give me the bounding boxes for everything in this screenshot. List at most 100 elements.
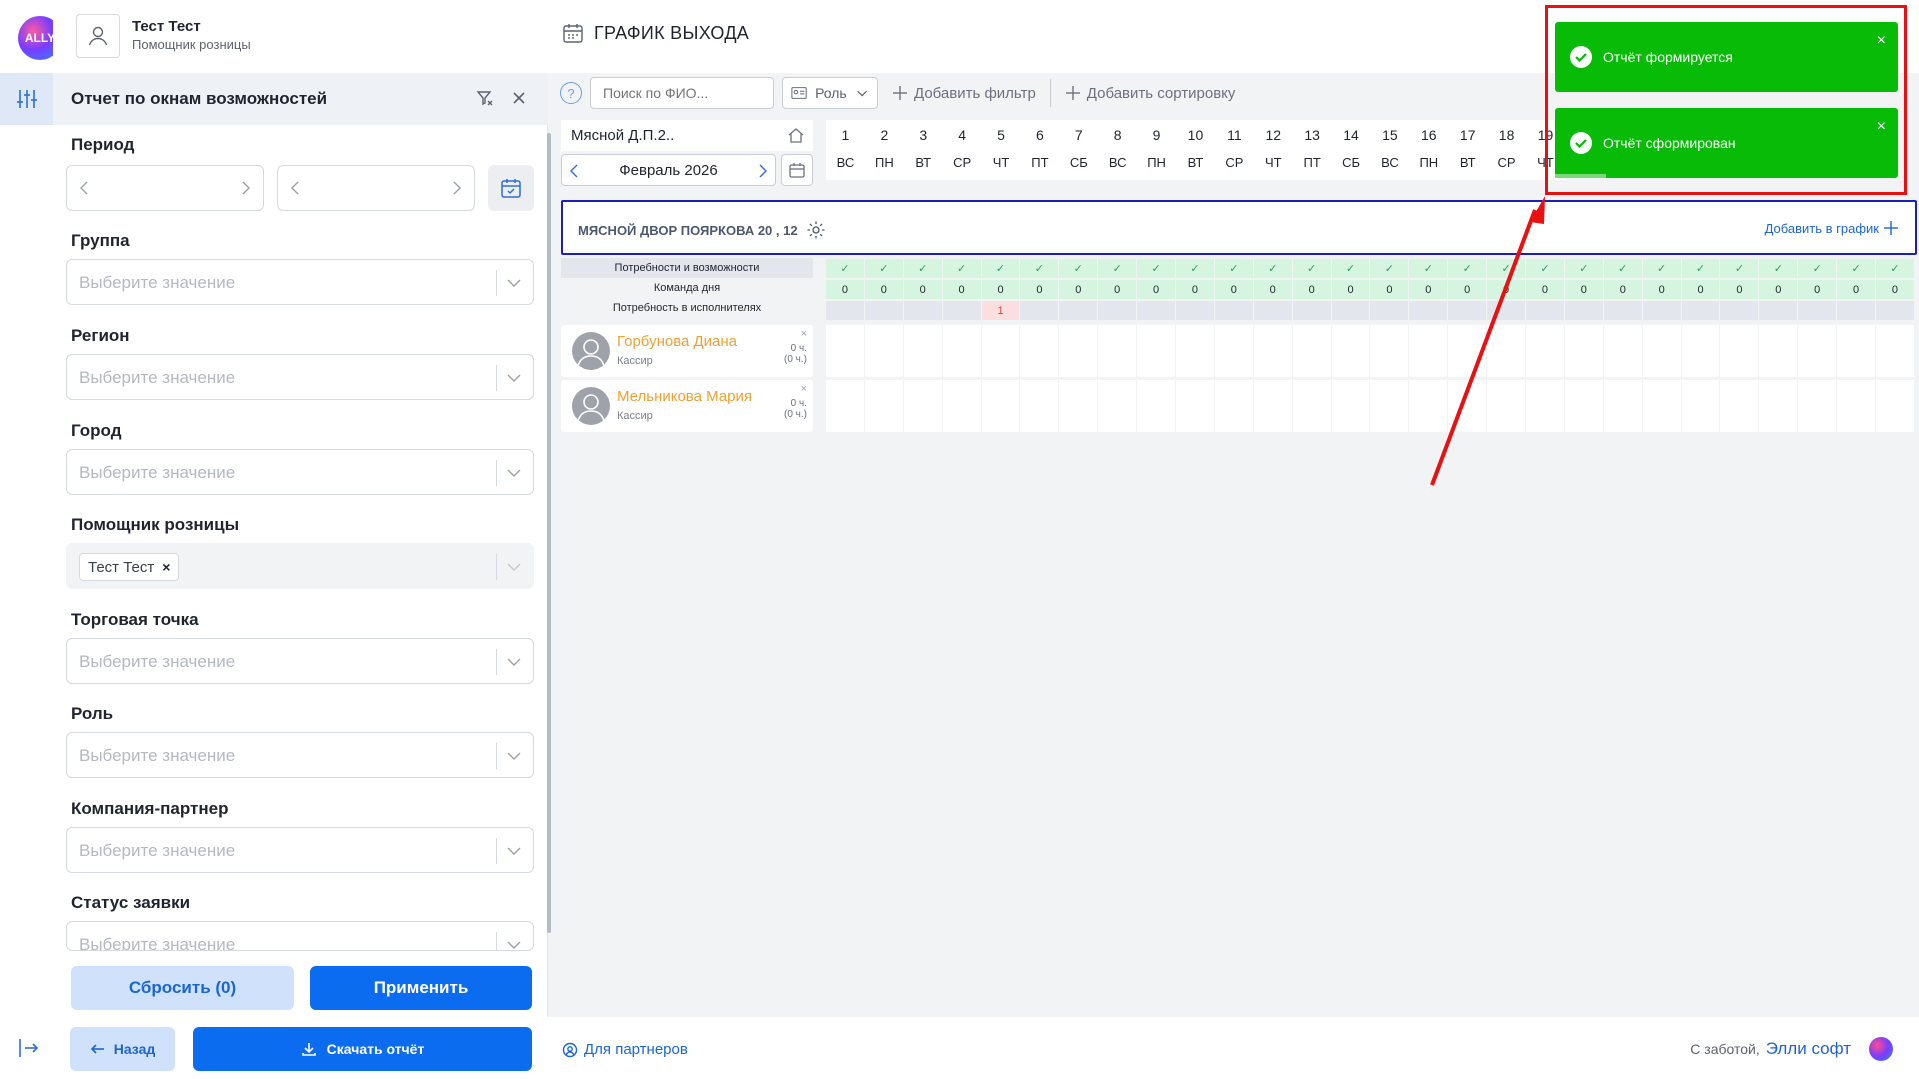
partner-select[interactable]: Выберите значение [66, 827, 534, 873]
shift-cell[interactable] [1448, 380, 1487, 432]
shift-cell[interactable] [1603, 325, 1642, 377]
filters-nav-button[interactable] [0, 73, 53, 125]
download-report-button[interactable]: Скачать отчёт [193, 1027, 532, 1071]
shift-cell[interactable] [1681, 380, 1720, 432]
shift-cell[interactable] [1214, 380, 1253, 432]
shift-cell[interactable] [1526, 380, 1564, 432]
brand-link[interactable]: Элли софт [1766, 1039, 1851, 1059]
shift-cell[interactable] [1176, 325, 1214, 377]
shift-cell[interactable] [1798, 325, 1837, 377]
shift-cell[interactable] [1876, 325, 1914, 377]
shift-cell[interactable] [864, 325, 903, 377]
chevron-right-icon[interactable] [235, 178, 255, 198]
home-icon[interactable] [787, 126, 805, 144]
shift-cell[interactable] [826, 325, 864, 377]
shift-cell[interactable] [1487, 325, 1526, 377]
toast-generated[interactable]: Отчёт сформирован × [1555, 108, 1898, 178]
period-end-input[interactable] [277, 165, 475, 211]
shift-cell[interactable] [1292, 380, 1331, 432]
month-calendar-button[interactable] [781, 154, 813, 186]
partners-link[interactable]: Для партнеров [562, 1041, 688, 1058]
shift-cell[interactable] [1098, 325, 1137, 377]
shift-cell[interactable] [981, 380, 1020, 432]
toast-close-icon[interactable]: × [1877, 32, 1886, 50]
month-selector[interactable]: Февраль 2026 [561, 154, 776, 186]
period-start-input[interactable] [66, 165, 264, 211]
panel-scrollbar[interactable] [547, 133, 551, 933]
shift-cell[interactable] [1214, 325, 1253, 377]
shift-cell[interactable] [826, 380, 864, 432]
shift-cell[interactable] [1642, 380, 1681, 432]
shift-cell[interactable] [1059, 325, 1098, 377]
search-input[interactable] [590, 77, 774, 109]
shift-cell[interactable] [1292, 325, 1331, 377]
shift-cell[interactable] [1564, 325, 1603, 377]
shift-cell[interactable] [1176, 380, 1214, 432]
add-sort-button[interactable]: Добавить сортировку [1059, 85, 1242, 102]
add-to-schedule-button[interactable]: Добавить в график [1765, 220, 1899, 236]
add-filter-button[interactable]: Добавить фильтр [886, 85, 1042, 102]
shift-cell[interactable] [1487, 380, 1526, 432]
shift-cell[interactable] [1720, 325, 1759, 377]
employee-card[interactable]: Мельникова Мария Кассир × 0 ч. (0 ч.) [561, 380, 813, 432]
chevron-left-icon[interactable] [75, 178, 95, 198]
shift-cell[interactable] [1837, 325, 1876, 377]
shift-cell[interactable] [1253, 325, 1292, 377]
toast-close-icon[interactable]: × [1877, 118, 1886, 136]
shift-cell[interactable] [1370, 380, 1409, 432]
user-avatar[interactable] [76, 14, 120, 58]
shift-cell[interactable] [864, 380, 903, 432]
shift-cell[interactable] [1681, 325, 1720, 377]
shift-cell[interactable] [1526, 325, 1564, 377]
remove-employee-icon[interactable]: × [801, 328, 807, 340]
employee-card[interactable]: Горбунова Диана Кассир × 0 ч. (0 ч.) [561, 325, 813, 377]
shift-cell[interactable] [942, 325, 981, 377]
outlet-select[interactable]: Выберите значение [66, 638, 534, 684]
shift-cell[interactable] [1409, 380, 1448, 432]
group-select[interactable]: Выберите значение [66, 259, 534, 305]
shift-cell[interactable] [1876, 380, 1914, 432]
chevron-right-icon[interactable] [755, 163, 769, 179]
shift-cell[interactable] [1448, 325, 1487, 377]
chevron-right-icon[interactable] [446, 178, 466, 198]
shift-cell[interactable] [1253, 380, 1292, 432]
help-icon[interactable]: ? [560, 82, 582, 104]
shift-cell[interactable] [1020, 325, 1059, 377]
status-select[interactable]: Выберите значение [66, 921, 534, 951]
shift-cell[interactable] [942, 380, 981, 432]
shift-cell[interactable] [1059, 380, 1098, 432]
shift-cell[interactable] [1603, 380, 1642, 432]
chevron-left-icon[interactable] [568, 163, 582, 179]
shift-cell[interactable] [1564, 380, 1603, 432]
assistant-select[interactable]: Тест Тест × [66, 543, 534, 589]
chip-remove-icon[interactable]: × [162, 559, 170, 575]
employee-name[interactable]: Горбунова Диана [617, 333, 737, 350]
shift-cell[interactable] [1759, 325, 1798, 377]
shift-cell[interactable] [1642, 325, 1681, 377]
store-selector[interactable]: Мясной Д.П.2.. [561, 120, 813, 151]
shift-cell[interactable] [1837, 380, 1876, 432]
shift-cell[interactable] [1331, 325, 1370, 377]
chevron-left-icon[interactable] [286, 178, 306, 198]
shift-cell[interactable] [1137, 325, 1176, 377]
shift-cell[interactable] [1759, 380, 1798, 432]
shift-cell[interactable] [1370, 325, 1409, 377]
city-select[interactable]: Выберите значение [66, 449, 534, 495]
shift-cell[interactable] [1798, 380, 1837, 432]
shift-cell[interactable] [903, 380, 942, 432]
shift-cell[interactable] [1020, 380, 1059, 432]
gear-icon[interactable] [806, 220, 826, 240]
role-filter-button[interactable]: Роль [782, 77, 878, 109]
shift-cell[interactable] [1720, 380, 1759, 432]
reset-button[interactable]: Сбросить (0) [71, 966, 294, 1010]
period-calendar-button[interactable] [488, 165, 534, 211]
shift-cell[interactable] [1409, 325, 1448, 377]
close-icon[interactable] [510, 89, 528, 107]
region-select[interactable]: Выберите значение [66, 354, 534, 400]
back-button[interactable]: Назад [70, 1027, 175, 1071]
shift-cell[interactable] [1137, 380, 1176, 432]
toast-generating[interactable]: Отчёт формируется × [1555, 22, 1898, 92]
shift-cell[interactable] [1331, 380, 1370, 432]
shift-cell[interactable] [981, 325, 1020, 377]
clear-filter-icon[interactable] [476, 89, 494, 107]
